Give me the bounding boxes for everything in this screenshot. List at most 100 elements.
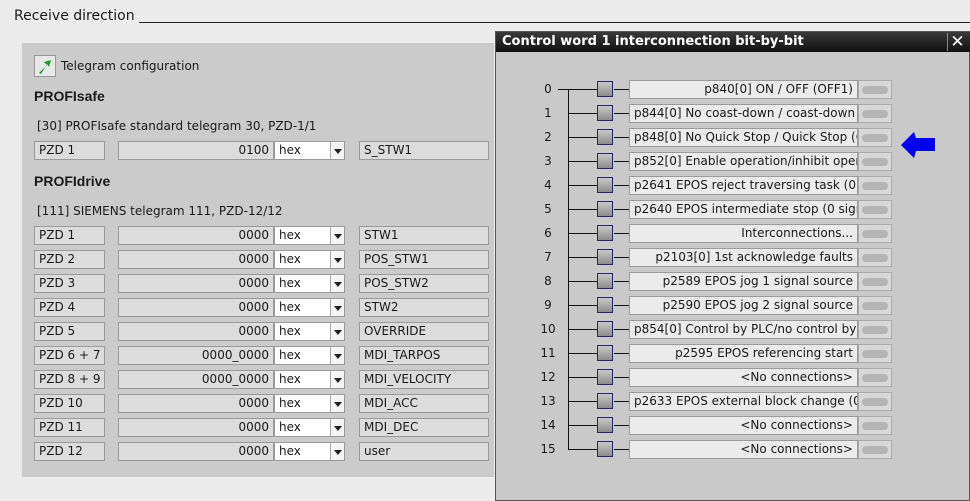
bit-toggle[interactable] — [858, 248, 892, 267]
arrow-up-right-icon — [39, 60, 51, 74]
chevron-down-icon[interactable] — [330, 419, 344, 436]
bit-number: 2 — [544, 130, 552, 144]
bit-connector-button[interactable] — [597, 369, 613, 385]
bit-toggle[interactable] — [858, 320, 892, 339]
bit-interconnection-field[interactable]: p2595 EPOS referencing start — [629, 344, 858, 363]
bit-toggle[interactable] — [858, 200, 892, 219]
format-select[interactable]: hex — [274, 442, 345, 461]
bit-connector-button[interactable] — [597, 129, 613, 145]
pzd-label: PZD 12 — [34, 442, 105, 461]
bit-connector-button[interactable] — [597, 153, 613, 169]
format-value: hex — [279, 276, 301, 290]
bit-interconnection-field[interactable]: p2640 EPOS intermediate stop (0 signal) — [629, 200, 858, 219]
bit-toggle[interactable] — [858, 80, 892, 99]
bit-interconnection-field[interactable]: p848[0] No Quick Stop / Quick Stop (OFF3… — [629, 128, 858, 147]
pzd-value: 0000 — [118, 250, 274, 269]
bit-number: 11 — [540, 346, 556, 360]
bit-connector-button[interactable] — [597, 273, 613, 289]
bit-interconnection-field[interactable]: <No connections> — [629, 368, 858, 387]
pzd-value: 0000_0000 — [118, 370, 274, 389]
profisafe-telegram: [30] PROFIsafe standard telegram 30, PZD… — [37, 119, 317, 133]
bit-connector-button[interactable] — [597, 81, 613, 97]
format-select[interactable]: hex — [274, 298, 345, 317]
pzd-value: 0000 — [118, 274, 274, 293]
bit-toggle[interactable] — [858, 224, 892, 243]
format-value: hex — [279, 444, 301, 458]
bit-toggle[interactable] — [858, 152, 892, 171]
chevron-down-icon[interactable] — [330, 299, 344, 316]
bit-toggle[interactable] — [858, 176, 892, 195]
format-select[interactable]: hex — [274, 226, 345, 245]
signal-name: POS_STW2 — [359, 274, 489, 293]
bit-toggle[interactable] — [858, 104, 892, 123]
chevron-down-icon[interactable] — [330, 395, 344, 412]
format-select[interactable]: hex — [274, 346, 345, 365]
pzd-label: PZD 2 — [34, 250, 105, 269]
bit-toggle[interactable] — [858, 272, 892, 291]
chevron-down-icon[interactable] — [330, 142, 344, 159]
bit-interconnection-field[interactable]: p2641 EPOS reject traversing task (0 sig… — [629, 176, 858, 195]
section-title: Receive direction — [14, 8, 135, 24]
format-value: hex — [279, 143, 301, 157]
bit-toggle[interactable] — [858, 368, 892, 387]
chevron-down-icon[interactable] — [330, 251, 344, 268]
bit-interconnection-field[interactable]: Interconnections... — [629, 224, 858, 243]
bit-number: 0 — [544, 82, 552, 96]
signal-name: S_STW1 — [359, 141, 489, 160]
chevron-down-icon[interactable] — [330, 347, 344, 364]
bit-interconnection-field[interactable]: p2103[0] 1st acknowledge faults — [629, 248, 858, 267]
signal-name: OVERRIDE — [359, 322, 489, 341]
telegram-config-button[interactable] — [34, 55, 56, 77]
bit-toggle[interactable] — [858, 344, 892, 363]
format-select[interactable]: hex — [274, 141, 345, 160]
format-select[interactable]: hex — [274, 274, 345, 293]
bit-number: 6 — [544, 226, 552, 240]
bit-connector-button[interactable] — [597, 297, 613, 313]
close-button[interactable]: ✕ — [947, 33, 967, 51]
bit-interconnection-field[interactable]: p844[0] No coast-down / coast-down (OFF2… — [629, 104, 858, 123]
bit-interconnection-field[interactable]: p2590 EPOS jog 2 signal source — [629, 296, 858, 315]
pzd-value: 0000 — [118, 226, 274, 245]
bit-connector-button[interactable] — [597, 441, 613, 457]
format-value: hex — [279, 396, 301, 410]
bit-interconnection-field[interactable]: p854[0] Control by PLC/no control by PLC — [629, 320, 858, 339]
bit-interconnection-field[interactable]: p2589 EPOS jog 1 signal source — [629, 272, 858, 291]
signal-name: STW2 — [359, 298, 489, 317]
format-select[interactable]: hex — [274, 250, 345, 269]
divider — [139, 22, 970, 23]
pzd-value: 0000 — [118, 298, 274, 317]
signal-name: MDI_TARPOS — [359, 346, 489, 365]
format-select[interactable]: hex — [274, 370, 345, 389]
chevron-down-icon[interactable] — [330, 227, 344, 244]
bit-connector-button[interactable] — [597, 417, 613, 433]
bit-number: 7 — [544, 250, 552, 264]
bit-toggle[interactable] — [858, 440, 892, 459]
bit-interconnection-field[interactable]: <No connections> — [629, 416, 858, 435]
format-value: hex — [279, 420, 301, 434]
chevron-down-icon[interactable] — [330, 275, 344, 292]
chevron-down-icon[interactable] — [330, 371, 344, 388]
bit-interconnection-field[interactable]: <No connections> — [629, 440, 858, 459]
bit-connector-button[interactable] — [597, 201, 613, 217]
bit-number: 5 — [544, 202, 552, 216]
chevron-down-icon[interactable] — [330, 443, 344, 460]
format-select[interactable]: hex — [274, 322, 345, 341]
format-select[interactable]: hex — [274, 394, 345, 413]
bit-connector-button[interactable] — [597, 345, 613, 361]
bit-connector-button[interactable] — [597, 393, 613, 409]
bit-connector-button[interactable] — [597, 225, 613, 241]
bit-connector-button[interactable] — [597, 177, 613, 193]
format-select[interactable]: hex — [274, 418, 345, 437]
signal-name: MDI_VELOCITY — [359, 370, 489, 389]
bit-connector-button[interactable] — [597, 105, 613, 121]
bit-toggle[interactable] — [858, 416, 892, 435]
bit-connector-button[interactable] — [597, 249, 613, 265]
bit-interconnection-field[interactable]: p840[0] ON / OFF (OFF1) — [629, 80, 858, 99]
chevron-down-icon[interactable] — [330, 323, 344, 340]
bit-interconnection-field[interactable]: p852[0] Enable operation/inhibit operati… — [629, 152, 858, 171]
bit-connector-button[interactable] — [597, 321, 613, 337]
bit-toggle[interactable] — [858, 392, 892, 411]
bit-toggle[interactable] — [858, 296, 892, 315]
bit-interconnection-field[interactable]: p2633 EPOS external block change (0 -> 1… — [629, 392, 858, 411]
bit-toggle[interactable] — [858, 128, 892, 147]
